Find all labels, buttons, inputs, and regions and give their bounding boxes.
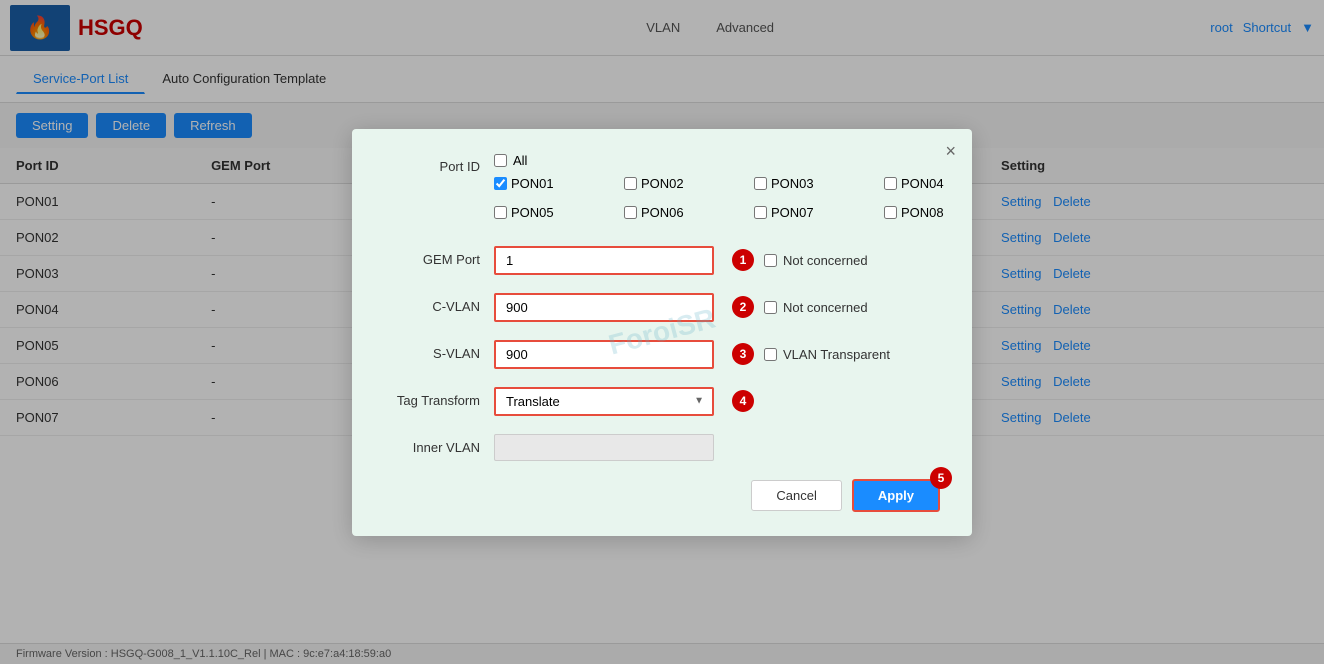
port-item-PON03: PON03 <box>754 176 884 191</box>
port-checkbox-PON08[interactable] <box>884 206 897 219</box>
port-label-PON06: PON06 <box>641 205 684 220</box>
gem-not-concerned-wrap: Not concerned <box>764 253 868 268</box>
port-item-PON05: PON05 <box>494 205 624 220</box>
port-label-PON04: PON04 <box>901 176 944 191</box>
apply-button[interactable]: Apply <box>852 479 940 512</box>
all-label: All <box>513 153 527 168</box>
tag-transform-select-wrap: TranslateAddRemoveTransparent <box>494 387 714 416</box>
port-checkbox-PON01[interactable] <box>494 177 507 190</box>
port-item-PON08: PON08 <box>884 205 1014 220</box>
port-label-PON02: PON02 <box>641 176 684 191</box>
cvlan-not-concerned-checkbox[interactable] <box>764 301 777 314</box>
form-row-tag-transform: Tag Transform TranslateAddRemoveTranspar… <box>384 387 940 416</box>
port-grid: PON01 PON02 PON03 PON04 PON05 PON06 PON07 PON08 <box>494 176 1014 228</box>
form-row-inner-vlan: Inner VLAN <box>384 434 940 461</box>
port-id-controls: All PON01PON02PON03PON04PON05PON06PON07P… <box>494 153 1014 228</box>
svlan-input[interactable] <box>494 340 714 369</box>
gem-port-label: GEM Port <box>384 246 494 267</box>
gem-port-input[interactable] <box>494 246 714 275</box>
tag-transform-label: Tag Transform <box>384 387 494 408</box>
port-id-label: Port ID <box>384 153 494 174</box>
svlan-transparent-wrap: VLAN Transparent <box>764 347 890 362</box>
inner-vlan-input[interactable] <box>494 434 714 461</box>
port-checkbox-PON03[interactable] <box>754 177 767 190</box>
modal-close-button[interactable]: × <box>945 141 956 162</box>
port-item-PON07: PON07 <box>754 205 884 220</box>
form-row-cvlan: C-VLAN 2 Not concerned <box>384 293 940 322</box>
tag-transform-select[interactable]: TranslateAddRemoveTransparent <box>494 387 714 416</box>
port-label-PON08: PON08 <box>901 205 944 220</box>
gem-port-controls: 1 Not concerned <box>494 246 940 275</box>
svlan-controls: 3 VLAN Transparent <box>494 340 940 369</box>
badge-3: 3 <box>732 343 754 365</box>
port-item-PON01: PON01 <box>494 176 624 191</box>
cvlan-controls: 2 Not concerned <box>494 293 940 322</box>
inner-vlan-label: Inner VLAN <box>384 434 494 455</box>
form-row-gem-port: GEM Port 1 Not concerned <box>384 246 940 275</box>
svlan-label: S-VLAN <box>384 340 494 361</box>
tag-transform-controls: TranslateAddRemoveTransparent 4 <box>494 387 940 416</box>
cvlan-label: C-VLAN <box>384 293 494 314</box>
modal-overlay: ForoiSR × Port ID All PON01PON02PON03PON… <box>0 0 1324 664</box>
svlan-transparent-checkbox[interactable] <box>764 348 777 361</box>
port-item-PON06: PON06 <box>624 205 754 220</box>
port-all-row: All <box>494 153 1014 168</box>
port-item-PON02: PON02 <box>624 176 754 191</box>
port-checkbox-PON05[interactable] <box>494 206 507 219</box>
cvlan-not-concerned-label: Not concerned <box>783 300 868 315</box>
cancel-button[interactable]: Cancel <box>751 480 841 511</box>
modal: ForoiSR × Port ID All PON01PON02PON03PON… <box>352 129 972 536</box>
port-checkbox-row: PON01 PON02 PON03 PON04 <box>494 176 1014 195</box>
svlan-transparent-label: VLAN Transparent <box>783 347 890 362</box>
port-checkbox-PON06[interactable] <box>624 206 637 219</box>
cvlan-not-concerned-wrap: Not concerned <box>764 300 868 315</box>
badge-4: 4 <box>732 390 754 412</box>
modal-footer: Cancel Apply 5 <box>384 479 940 512</box>
form-row-port-id: Port ID All PON01PON02PON03PON04PON05PON… <box>384 153 940 228</box>
port-checkbox-PON07[interactable] <box>754 206 767 219</box>
port-item-PON04: PON04 <box>884 176 1014 191</box>
port-checkbox-row: PON05 PON06 PON07 PON08 <box>494 205 1014 224</box>
badge-1: 1 <box>732 249 754 271</box>
port-label-PON01: PON01 <box>511 176 554 191</box>
badge-2: 2 <box>732 296 754 318</box>
gem-not-concerned-checkbox[interactable] <box>764 254 777 267</box>
gem-not-concerned-label: Not concerned <box>783 253 868 268</box>
port-checkbox-PON02[interactable] <box>624 177 637 190</box>
all-checkbox[interactable] <box>494 154 507 167</box>
port-checkbox-PON04[interactable] <box>884 177 897 190</box>
badge-5: 5 <box>930 467 952 489</box>
inner-vlan-controls <box>494 434 940 461</box>
port-label-PON03: PON03 <box>771 176 814 191</box>
port-label-PON07: PON07 <box>771 205 814 220</box>
cvlan-input[interactable] <box>494 293 714 322</box>
port-label-PON05: PON05 <box>511 205 554 220</box>
form-row-svlan: S-VLAN 3 VLAN Transparent <box>384 340 940 369</box>
